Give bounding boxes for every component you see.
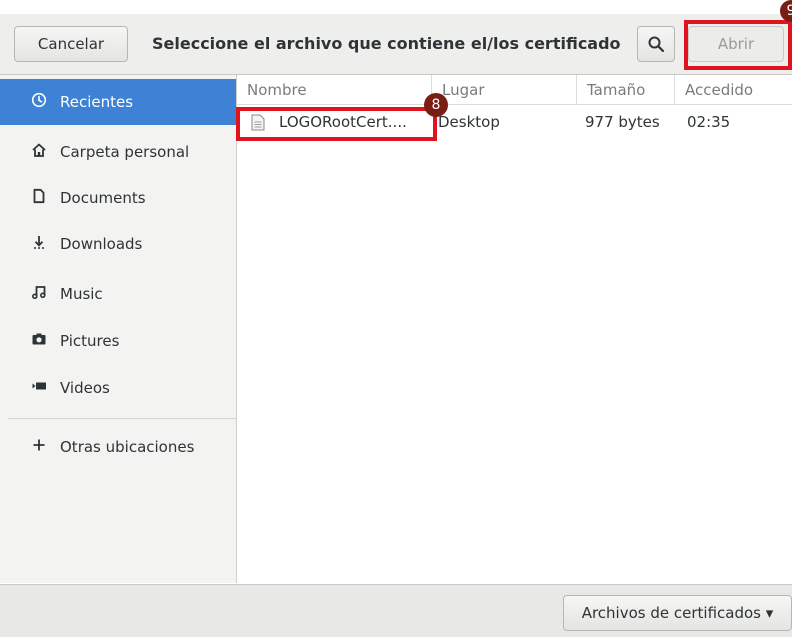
- sidebar-divider: [8, 418, 236, 419]
- column-header-tamano[interactable]: Tamaño: [577, 75, 675, 105]
- sidebar-item-music[interactable]: Music: [0, 271, 236, 317]
- sidebar-item-label: Pictures: [60, 332, 120, 350]
- sidebar-item-label: Otras ubicaciones: [60, 438, 195, 456]
- plus-icon: [28, 437, 50, 457]
- file-accessed: 02:35: [687, 113, 731, 131]
- file-location: Desktop: [438, 113, 500, 131]
- sidebar-item-videos[interactable]: Videos: [0, 365, 236, 411]
- sidebar-item-label: Videos: [60, 379, 110, 397]
- sidebar-item-otras-ubicaciones[interactable]: Otras ubicaciones: [0, 424, 236, 470]
- callout-box-open: [684, 20, 792, 70]
- places-sidebar: Recientes Carpeta personal Documents Dow…: [0, 75, 237, 583]
- home-icon: [28, 142, 50, 162]
- camera-icon: [28, 331, 50, 351]
- file-list: Nombre Lugar Tamaño Accedido LOGORootCer…: [237, 75, 792, 583]
- sidebar-item-documents[interactable]: Documents: [0, 175, 236, 221]
- sidebar-item-label: Music: [60, 285, 103, 303]
- search-button[interactable]: [637, 26, 675, 62]
- step-badge-8: 8: [424, 93, 448, 117]
- clock-icon: [28, 92, 50, 112]
- download-icon: [28, 234, 50, 254]
- callout-box-file: [236, 107, 437, 141]
- dialog-header: Cancelar Seleccione el archivo que conti…: [0, 0, 792, 75]
- file-filter-dropdown[interactable]: Archivos de certificados ▾: [563, 595, 792, 631]
- sidebar-item-carpeta-personal[interactable]: Carpeta personal: [0, 129, 236, 175]
- magnifier-icon: [648, 36, 665, 53]
- sidebar-item-label: Carpeta personal: [60, 143, 190, 161]
- sidebar-item-label: Downloads: [60, 235, 143, 253]
- dialog-title: Seleccione el archivo que contiene el/lo…: [152, 34, 622, 53]
- sidebar-item-label: Documents: [60, 189, 146, 207]
- music-icon: [28, 284, 50, 304]
- sidebar-item-label: Recientes: [60, 93, 134, 111]
- column-header-accedido[interactable]: Accedido: [675, 75, 792, 105]
- file-size: 977 bytes: [585, 113, 660, 131]
- sidebar-item-recientes[interactable]: Recientes: [0, 79, 236, 125]
- sidebar-item-downloads[interactable]: Downloads: [0, 221, 236, 267]
- cancel-button[interactable]: Cancelar: [14, 26, 128, 62]
- dialog-footer: Archivos de certificados ▾: [0, 584, 792, 637]
- column-header-lugar[interactable]: Lugar: [432, 75, 577, 105]
- video-icon: [28, 378, 50, 398]
- column-header-nombre[interactable]: Nombre: [237, 75, 432, 105]
- document-icon: [28, 188, 50, 208]
- sidebar-item-pictures[interactable]: Pictures: [0, 318, 236, 364]
